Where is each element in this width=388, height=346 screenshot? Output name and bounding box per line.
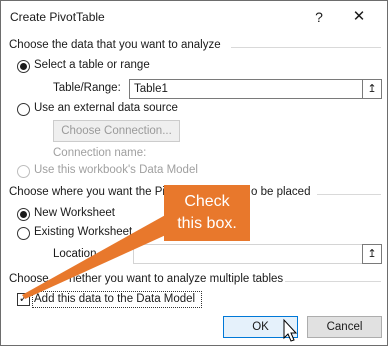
callout-arrow <box>22 213 179 299</box>
callout-line-2: this box. <box>177 215 237 232</box>
callout-line-1: Check <box>184 193 230 210</box>
cursor-overlay <box>22 213 298 342</box>
mouse-pointer-icon <box>283 318 298 342</box>
annotation-callout: Check this box. <box>164 185 250 241</box>
create-pivottable-dialog: Create PivotTable ? ✕ Choose the data th… <box>0 0 388 346</box>
